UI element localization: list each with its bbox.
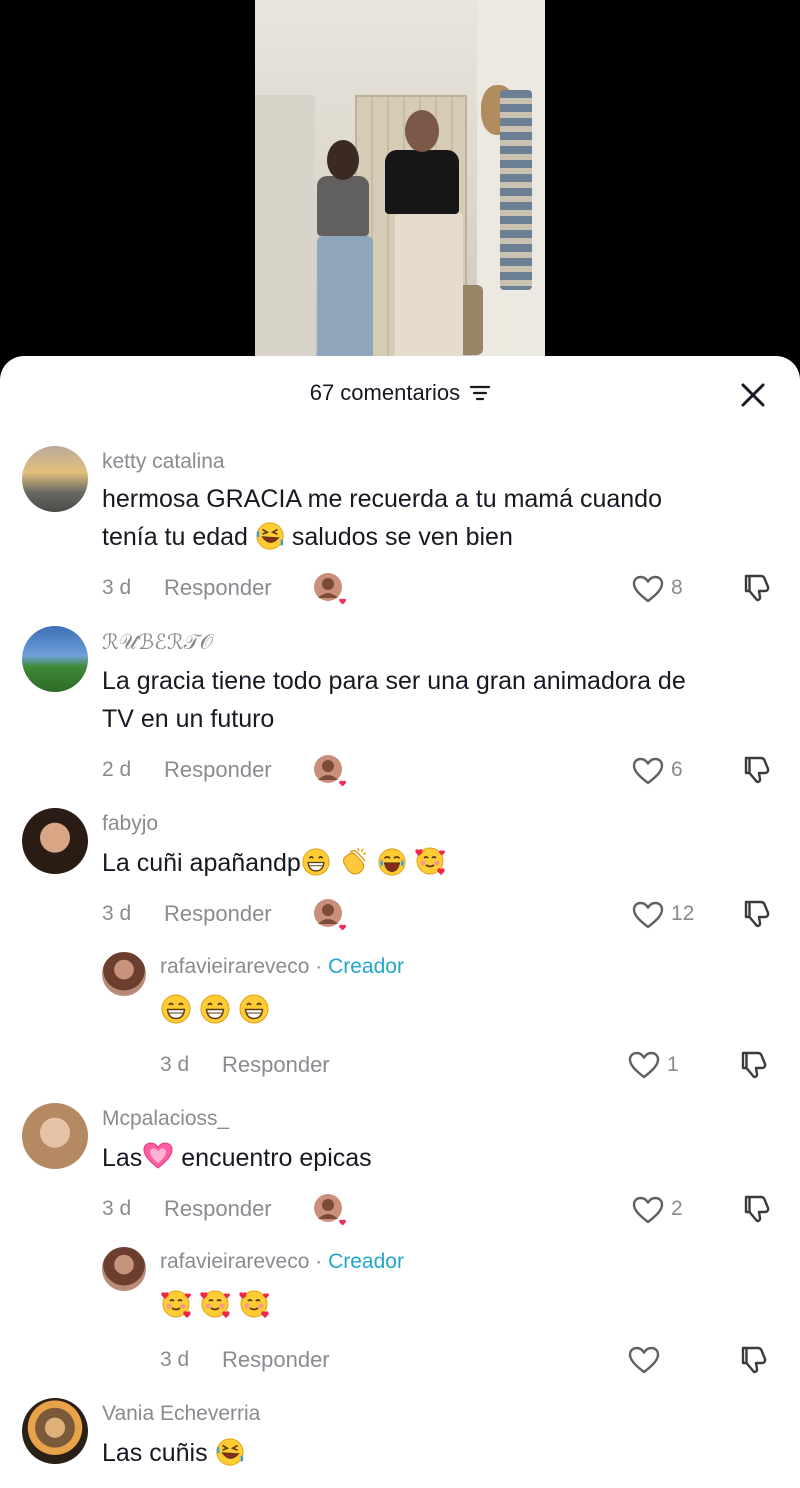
comment-age: 3 d <box>160 1053 190 1076</box>
comment-text: Las cuñis <box>102 1434 782 1472</box>
grin-emoji-icon <box>199 993 231 1025</box>
smiling-hearts-emoji-icon <box>238 1288 270 1320</box>
comment-text-line: hermosa GRACIA me recuerda a tu mamá cua… <box>102 485 662 513</box>
dislike-icon[interactable] <box>740 1193 774 1225</box>
reply-button[interactable]: Responder <box>164 575 272 601</box>
video-person-right <box>395 212 463 360</box>
pink-heart-emoji-icon <box>142 1140 174 1172</box>
comment-username[interactable]: ℛ𝒰ℬℰℛ𝒯𝒪 <box>102 630 213 655</box>
sheet-header: 67 comentarios <box>0 356 800 432</box>
heart-icon[interactable] <box>631 756 665 786</box>
comments-sheet: 67 comentarios ketty catalina hermosa GR… <box>0 356 800 1488</box>
comment-age: 3 d <box>160 1348 190 1371</box>
like-count: 6 <box>671 758 683 781</box>
video-person-right-top <box>385 150 459 214</box>
reply-button[interactable]: Responder <box>164 901 272 927</box>
comment-username[interactable]: Vania Echeverria <box>102 1402 260 1426</box>
video-person-left-top <box>317 176 369 236</box>
heart-icon[interactable] <box>631 1195 665 1225</box>
comment-text: Las encuentro epicas <box>102 1139 782 1177</box>
joy-emoji-icon <box>377 847 407 877</box>
reply-text <box>160 1287 800 1325</box>
creator-badge: Creador <box>328 1250 404 1273</box>
smiling-hearts-emoji-icon <box>199 1288 231 1320</box>
liked-by-creator-icon <box>313 1193 347 1227</box>
comment-text: La gracia tiene todo para ser una gran a… <box>102 662 782 738</box>
comment-text: La cuñi apañandp <box>102 844 782 882</box>
dislike-icon[interactable] <box>737 1344 771 1376</box>
comment-text-line: tenía tu edad saludos se ven bien <box>102 518 782 556</box>
reply-username-line: rafavieirareveco · Creador <box>160 955 404 979</box>
heart-icon[interactable] <box>627 1050 661 1080</box>
video-player[interactable] <box>0 0 800 380</box>
rofl-emoji-icon <box>215 1437 245 1467</box>
comment-text-part: Las cuñis <box>102 1439 208 1467</box>
reply-button[interactable]: Responder <box>222 1052 330 1078</box>
avatar[interactable] <box>22 808 88 874</box>
comment-age: 3 d <box>102 902 132 925</box>
creator-badge: Creador <box>328 955 404 978</box>
liked-by-creator-icon <box>313 572 347 606</box>
separator-dot: · <box>315 955 323 978</box>
avatar[interactable] <box>22 626 88 692</box>
reply-button[interactable]: Responder <box>222 1347 330 1373</box>
dislike-icon[interactable] <box>740 572 774 604</box>
heart-icon[interactable] <box>631 900 665 930</box>
close-icon[interactable] <box>738 380 768 410</box>
comment-text-line: La gracia tiene todo para ser una gran a… <box>102 667 686 695</box>
like-count: 1 <box>667 1053 679 1076</box>
comments-count-title[interactable]: 67 comentarios <box>0 380 800 406</box>
reply-button[interactable]: Responder <box>164 757 272 783</box>
heart-icon[interactable] <box>627 1345 661 1375</box>
video-person-left-head <box>327 140 359 180</box>
video-person-right-head <box>405 110 439 152</box>
liked-by-creator-icon <box>313 754 347 788</box>
dislike-icon[interactable] <box>740 754 774 786</box>
dislike-icon[interactable] <box>737 1049 771 1081</box>
comments-count: 67 comentarios <box>309 380 461 405</box>
comment-username[interactable]: ketty catalina <box>102 450 225 474</box>
avatar[interactable] <box>102 1247 146 1291</box>
video-scene-towel <box>500 90 532 290</box>
video-person-left <box>317 236 373 360</box>
reply-button[interactable]: Responder <box>164 1196 272 1222</box>
liked-by-creator-icon <box>313 898 347 932</box>
comment-text-line: TV en un futuro <box>102 705 275 733</box>
dislike-icon[interactable] <box>740 898 774 930</box>
comment-text-part: La cuñi apañandp <box>102 849 301 877</box>
heart-icon[interactable] <box>631 574 665 604</box>
rofl-emoji-icon <box>255 521 285 551</box>
comment-age: 3 d <box>102 1197 132 1220</box>
comment-text-part: Las <box>102 1144 143 1172</box>
comment-text-part: saludos se ven bien <box>291 523 513 551</box>
comment-text: hermosa GRACIA me recuerda a tu mamá cua… <box>102 480 782 556</box>
smiling-hearts-emoji-icon <box>414 845 446 877</box>
video-scene-wall <box>255 95 315 360</box>
like-count: 2 <box>671 1197 683 1220</box>
comment-username[interactable]: Mcpalacioss_ <box>102 1107 229 1131</box>
video-frame[interactable] <box>255 0 545 360</box>
like-count: 12 <box>671 902 695 925</box>
grin-emoji-icon <box>301 847 331 877</box>
reply-username[interactable]: rafavieirareveco <box>160 1250 309 1273</box>
sort-filter-icon[interactable] <box>470 385 491 401</box>
comment-text-part: encuentro epicas <box>181 1144 372 1172</box>
avatar[interactable] <box>22 446 88 512</box>
clap-emoji-icon <box>338 845 370 877</box>
comment-age: 3 d <box>102 576 132 599</box>
avatar[interactable] <box>102 952 146 996</box>
comment-username[interactable]: fabyjo <box>102 812 158 836</box>
comment-text-part: tenía tu edad <box>102 523 248 551</box>
grin-emoji-icon <box>238 993 270 1025</box>
avatar[interactable] <box>22 1398 88 1464</box>
separator-dot: · <box>315 1250 323 1273</box>
reply-username-line: rafavieirareveco · Creador <box>160 1250 404 1274</box>
comment-age: 2 d <box>102 758 132 781</box>
reply-username[interactable]: rafavieirareveco <box>160 955 309 978</box>
like-count: 8 <box>671 576 683 599</box>
avatar[interactable] <box>22 1103 88 1169</box>
smiling-hearts-emoji-icon <box>160 1288 192 1320</box>
grin-emoji-icon <box>160 993 192 1025</box>
reply-text <box>160 992 800 1030</box>
